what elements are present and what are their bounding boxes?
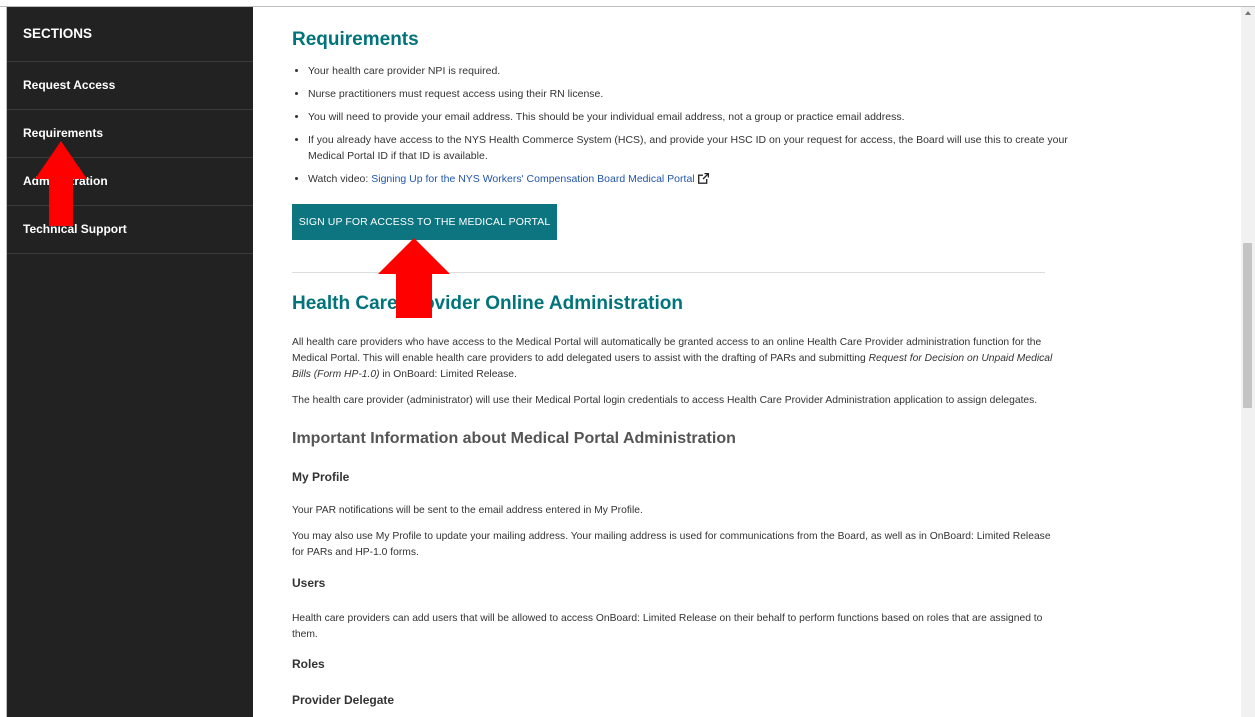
my-profile-title: My Profile [292, 470, 350, 484]
list-item: If you already have access to the NYS He… [308, 132, 1068, 164]
my-profile-paragraph-2: You may also use My Profile to update yo… [292, 531, 1051, 558]
requirements-title: Requirements [292, 29, 419, 50]
list-item: Your health care provider NPI is require… [308, 63, 1068, 79]
administration-paragraph-2: The health care provider (administrator)… [292, 395, 1038, 406]
users-paragraph: Health care providers can add users that… [292, 613, 1043, 640]
sidebar-heading: SECTIONS [7, 7, 253, 62]
scroll-thumb[interactable] [1243, 243, 1252, 408]
sections-sidebar: SECTIONS Request Access Requirements Adm… [7, 7, 253, 717]
list-item-video: Watch video: Signing Up for the NYS Work… [308, 171, 1068, 189]
provider-delegate-title: Provider Delegate [292, 693, 395, 707]
annotation-arrow-up-icon [35, 141, 87, 226]
browser-viewport: SECTIONS Request Access Requirements Adm… [7, 7, 1255, 717]
sign-up-button[interactable]: SIGN UP FOR ACCESS TO THE MEDICAL PORTAL [292, 204, 557, 240]
list-item: Nurse practitioners must request access … [308, 86, 1068, 102]
info-title: Important Information about Medical Port… [292, 430, 736, 447]
scroll-up-arrow-icon[interactable] [1245, 11, 1251, 15]
external-link-icon[interactable] [697, 172, 709, 189]
requirements-list: Your health care provider NPI is require… [292, 63, 1068, 196]
administration-title: Health Care Provider Online Administrati… [292, 293, 683, 314]
users-title: Users [292, 576, 326, 590]
video-link[interactable]: Signing Up for the NYS Workers' Compensa… [371, 173, 694, 185]
list-item: You will need to provide your email addr… [308, 109, 1068, 125]
my-profile-paragraph-1: Your PAR notifications will be sent to t… [292, 505, 643, 516]
annotation-arrow-up-icon [378, 238, 450, 318]
video-prefix: Watch video: [308, 173, 372, 185]
sidebar-item-request-access[interactable]: Request Access [7, 62, 253, 110]
administration-paragraph-1: All health care providers who have acces… [292, 335, 1057, 383]
roles-title: Roles [292, 657, 325, 671]
para-text: in OnBoard: Limited Release. [379, 369, 517, 380]
vertical-scrollbar[interactable] [1241, 7, 1255, 717]
